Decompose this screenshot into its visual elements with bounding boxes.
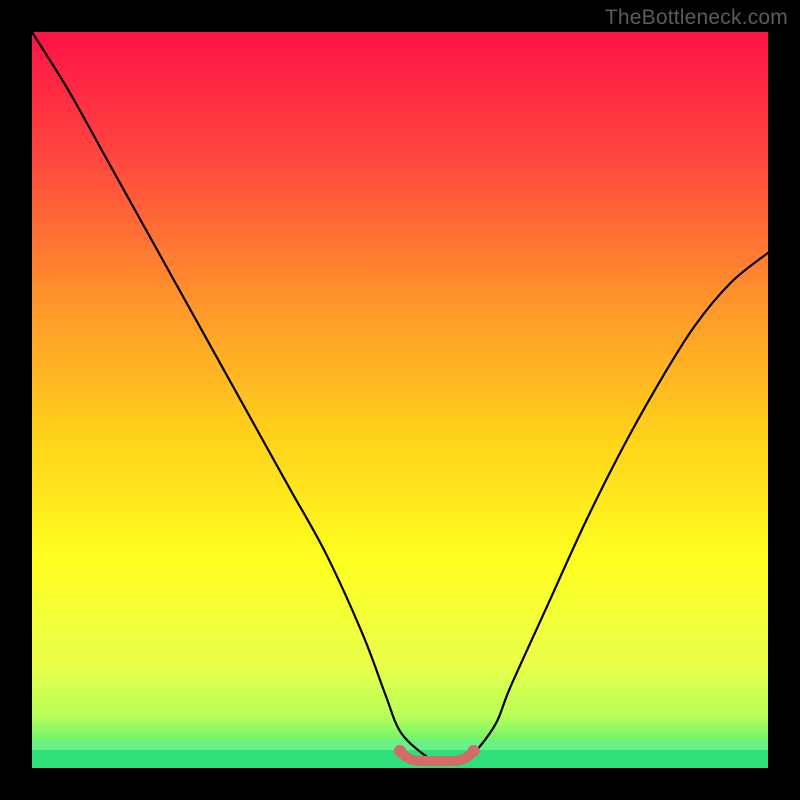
watermark-label: TheBottleneck.com [605, 6, 788, 30]
bottleneck-curve [32, 32, 768, 768]
flat-region-marker [400, 751, 474, 761]
chart-frame: TheBottleneck.com [0, 0, 800, 800]
curve-path [32, 32, 768, 762]
flat-region-dot-right [468, 745, 480, 757]
plot-area [32, 32, 768, 768]
flat-region-dot-left [394, 745, 406, 757]
